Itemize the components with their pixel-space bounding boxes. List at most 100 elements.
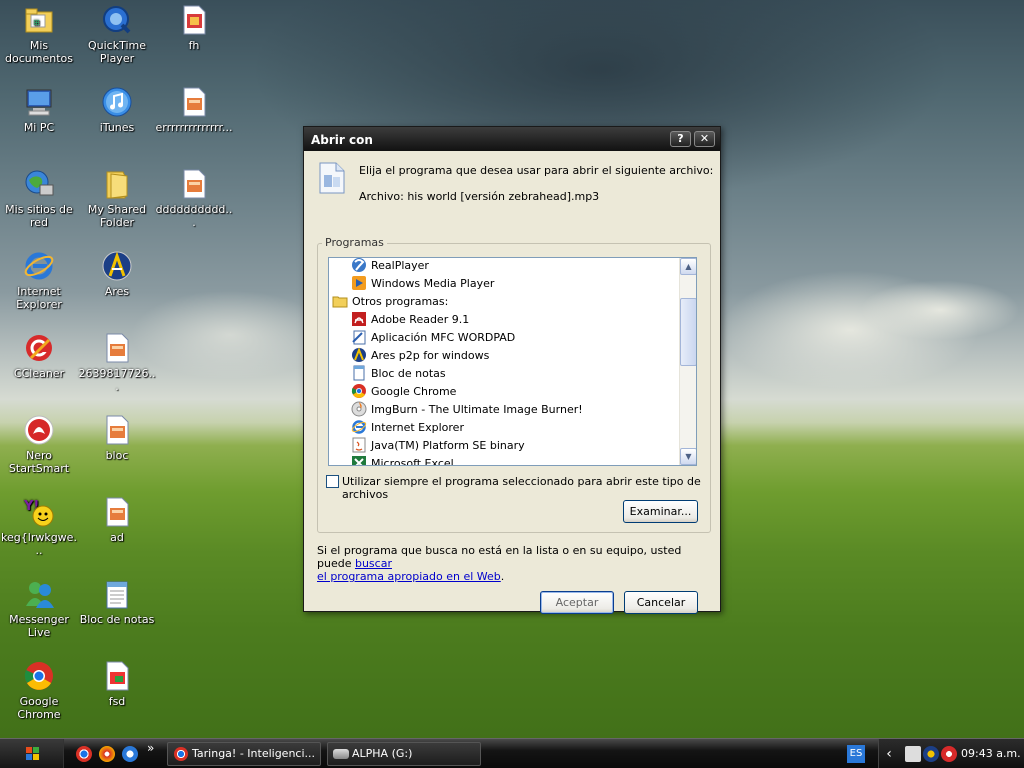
desktop-icon-bloc-de-notas[interactable]: Bloc de notas — [78, 578, 156, 626]
desktop-icon-mis-documentos[interactable]: ⊞ Mis documentos — [0, 4, 78, 65]
list-item[interactable]: ImgBurn - The Ultimate Image Burner! — [351, 401, 583, 419]
desktop-icon-messenger[interactable]: Messenger Live — [0, 578, 78, 639]
cancel-button[interactable]: Cancelar — [624, 591, 698, 614]
taskbar-button-alpha[interactable]: ALPHA (G:) — [327, 742, 481, 766]
desktop-icon-errrr[interactable]: errrrrrrrrrrrrr... — [155, 86, 233, 134]
tray-expand-icon[interactable]: ‹ — [883, 743, 895, 765]
desktop-icon-label: Mis documentos — [5, 39, 73, 65]
chevron-down-icon: ▼ — [685, 452, 692, 461]
list-item[interactable]: Google Chrome — [351, 383, 456, 401]
desktop-icon-my-shared-folder[interactable]: My Shared Folder — [78, 168, 156, 229]
desktop-icon-label: 2639817726... — [78, 367, 156, 393]
list-item[interactable]: Java(TM) Platform SE binary — [351, 437, 525, 455]
list-item[interactable]: Aplicación MFC WORDPAD — [351, 329, 515, 347]
ok-button[interactable]: Aceptar — [540, 591, 614, 614]
close-button[interactable]: ✕ — [694, 131, 715, 147]
help-button[interactable]: ? — [670, 131, 691, 147]
desktop-icon-nero[interactable]: Nero StartSmart — [0, 414, 78, 475]
file-icon — [101, 414, 133, 446]
desktop-icon-keg[interactable]: Y! keg{lrwkgwe... — [0, 496, 78, 557]
quicklaunch-ie-icon[interactable] — [122, 746, 138, 762]
list-item[interactable]: Ares p2p for windows — [351, 347, 489, 365]
list-item[interactable]: Otros programas: — [332, 293, 448, 311]
desktop-icon-label: QuickTime Player — [87, 39, 147, 65]
file-icon — [178, 168, 210, 200]
dialog-titlebar[interactable]: Abrir con ? ✕ — [304, 127, 720, 151]
chrome-icon — [351, 383, 367, 399]
desktop-icon-label: Bloc de notas — [79, 613, 155, 626]
tray-ares-icon[interactable] — [923, 746, 939, 762]
language-indicator[interactable]: ES — [847, 745, 865, 763]
desktop-icon-ares[interactable]: Ares — [78, 250, 156, 298]
file-icon — [178, 86, 210, 118]
scroll-thumb[interactable] — [680, 298, 696, 366]
folder-icon — [101, 168, 133, 200]
quicklaunch-chrome-icon[interactable] — [76, 746, 92, 762]
file-type-icon — [316, 161, 348, 195]
clock[interactable]: 09:43 a.m. — [961, 747, 1021, 760]
notepad-icon — [351, 365, 367, 381]
desktop-icon-fsd[interactable]: fsd — [78, 660, 156, 708]
desktop-icon-label: dddddddddd... — [155, 203, 233, 229]
search-web-link[interactable]: buscar — [355, 557, 392, 570]
desktop-icon-mi-pc[interactable]: Mi PC — [0, 86, 78, 134]
desktop-icon-label: Google Chrome — [17, 695, 61, 721]
taskbar-button-taringa[interactable]: Taringa! - Inteligenci... — [167, 742, 321, 766]
file-icon — [101, 496, 133, 528]
desktop-icon-ccleaner[interactable]: CCleaner — [0, 332, 78, 380]
desktop-icon-ad[interactable]: ad — [78, 496, 156, 544]
desktop-icon-bloc[interactable]: bloc — [78, 414, 156, 462]
list-item[interactable]: Windows Media Player — [351, 275, 494, 293]
adobe-reader-icon — [351, 311, 367, 327]
desktop-icon-label: keg{lrwkgwe... — [1, 531, 77, 557]
sky-cloud-left — [130, 290, 330, 380]
drive-icon — [333, 749, 349, 759]
realplayer-icon — [351, 258, 367, 273]
desktop-icon-2639817726[interactable]: 2639817726... — [78, 332, 156, 393]
excel-icon — [351, 455, 367, 465]
list-item[interactable]: RealPlayer — [351, 258, 429, 275]
quicklaunch-more-icon[interactable]: » — [147, 741, 154, 755]
list-item[interactable]: Microsoft Excel — [351, 455, 454, 465]
browse-button[interactable]: Examinar... — [623, 500, 698, 523]
desktop-icon-label: fh — [188, 39, 200, 52]
file-icon — [101, 332, 133, 364]
desktop-icon-itunes[interactable]: iTunes — [78, 86, 156, 134]
messenger-icon — [23, 578, 55, 610]
list-item[interactable]: Internet Explorer — [351, 419, 464, 437]
ares-icon — [101, 250, 133, 282]
open-with-dialog: Abrir con ? ✕ Elija el programa que dese… — [303, 126, 721, 614]
scroll-up-button[interactable]: ▲ — [680, 258, 696, 275]
search-web-link-continued[interactable]: el programa apropiado en el Web — [317, 570, 501, 583]
list-item[interactable]: Adobe Reader 9.1 — [351, 311, 469, 329]
desktop-icon-quicktime[interactable]: QuickTime Player — [78, 4, 156, 65]
ares-icon — [351, 347, 367, 363]
desktop-icon-google-chrome[interactable]: Google Chrome — [0, 660, 78, 721]
svg-text:⊞: ⊞ — [33, 18, 40, 27]
system-tray: ‹ 09:43 a.m. — [878, 739, 1024, 768]
list-scrollbar[interactable]: ▲ ▼ — [679, 258, 696, 465]
tray-ccleaner-icon[interactable] — [941, 746, 957, 762]
desktop-icon-internet-explorer[interactable]: Internet Explorer — [0, 250, 78, 311]
wordpad-icon — [351, 329, 367, 345]
network-globe-icon — [23, 168, 55, 200]
yahoo-messenger-icon: Y! — [23, 496, 55, 528]
list-item[interactable]: Bloc de notas — [351, 365, 446, 383]
desktop-icon-dddd[interactable]: dddddddddd... — [155, 168, 233, 229]
windows-logo-icon — [26, 747, 39, 760]
close-icon: ✕ — [699, 132, 710, 145]
desktop-icon-fh[interactable]: fh — [155, 4, 233, 52]
scroll-down-button[interactable]: ▼ — [680, 448, 696, 465]
dialog-body: Elija el programa que desea usar para ab… — [304, 151, 720, 614]
ie-icon — [23, 250, 55, 282]
wmp-icon — [351, 275, 367, 291]
quicklaunch-browser-icon[interactable] — [99, 746, 115, 762]
always-use-checkbox[interactable] — [326, 475, 339, 488]
desktop-icon-label: Mis sitios de red — [5, 203, 73, 229]
desktop-icon-label: My Shared Folder — [87, 203, 147, 229]
programs-list[interactable]: RealPlayer Windows Media Player Otros pr… — [328, 257, 697, 466]
desktop-icon-mis-sitios-de-red[interactable]: Mis sitios de red — [0, 168, 78, 229]
tray-network-icon[interactable] — [905, 746, 921, 762]
ccleaner-icon — [23, 332, 55, 364]
start-button[interactable] — [0, 739, 64, 768]
